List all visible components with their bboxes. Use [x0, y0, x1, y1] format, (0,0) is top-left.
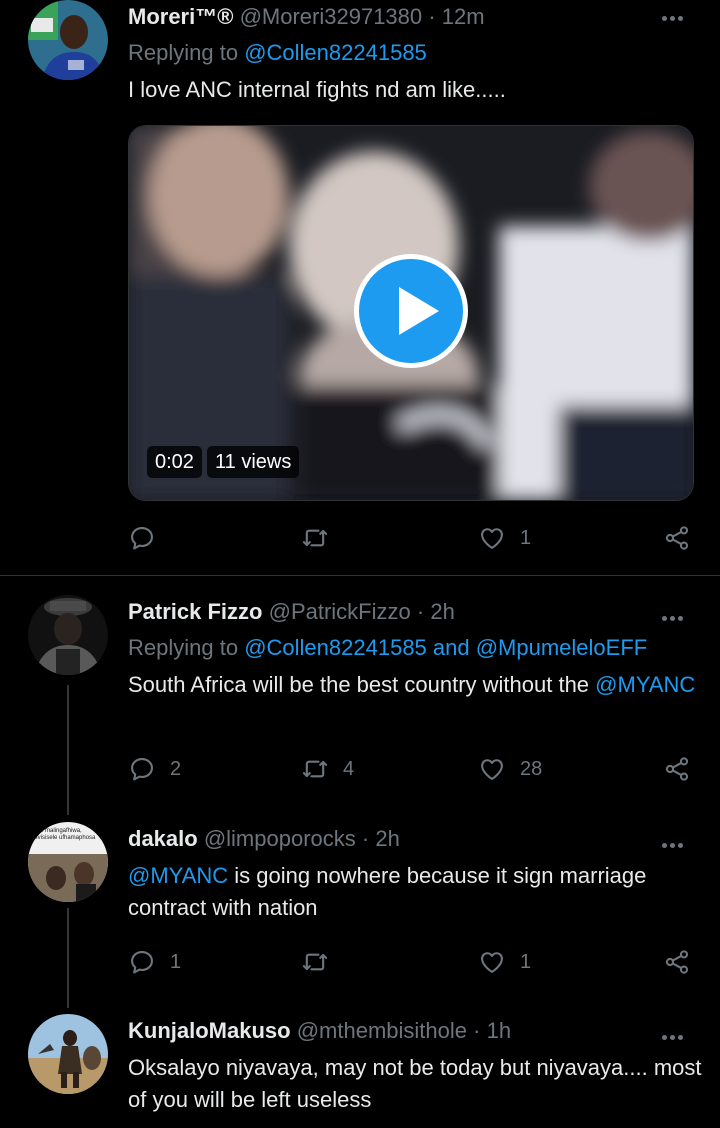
- video-player[interactable]: 0:02 11 views: [128, 125, 694, 501]
- like-button[interactable]: 1: [478, 520, 531, 556]
- timestamp[interactable]: 2h: [430, 599, 454, 624]
- tweet-text-plain: South Africa will be the best country wi…: [128, 672, 590, 697]
- retweet-count: 4: [343, 757, 355, 780]
- like-count: 1: [520, 526, 532, 549]
- reply-icon: [128, 948, 156, 976]
- tweet[interactable]: Ko malingafhiwa, Ivisisele ufhamaphosa d…: [0, 822, 720, 1007]
- tweet-actions: 1: [128, 520, 698, 556]
- share-icon: [663, 948, 691, 976]
- tweet[interactable]: Moreri™® @Moreri32971380 · 12m Replying …: [0, 0, 720, 575]
- retweet-button[interactable]: [301, 520, 343, 556]
- mention-link[interactable]: @Collen82241585: [244, 40, 427, 65]
- avatar[interactable]: [28, 0, 108, 80]
- like-count: 1: [520, 950, 532, 973]
- reply-button[interactable]: 1: [128, 944, 181, 980]
- tweet-text: I love ANC internal fights nd am like...…: [128, 77, 506, 102]
- user-handle[interactable]: @limpoporocks: [204, 826, 356, 851]
- timestamp[interactable]: 1h: [487, 1018, 511, 1043]
- retweet-button[interactable]: 4: [301, 751, 354, 787]
- tweet-header: dakalo @limpoporocks · 2h: [128, 826, 650, 852]
- replying-prefix: Replying to: [128, 40, 239, 65]
- divider: [0, 575, 720, 576]
- tweet-header: Moreri™® @Moreri32971380 · 12m: [128, 4, 650, 30]
- reply-button[interactable]: [128, 520, 170, 556]
- share-button[interactable]: [663, 751, 691, 787]
- separator-dot: ·: [428, 4, 436, 29]
- heart-icon: [478, 524, 506, 552]
- like-button[interactable]: 1: [478, 944, 531, 980]
- retweet-button[interactable]: [301, 944, 343, 980]
- replying-to: Replying to @Collen82241585: [128, 40, 427, 66]
- retweet-icon: [301, 755, 329, 783]
- display-name[interactable]: dakalo: [128, 826, 198, 851]
- tweet-header: Patrick Fizzo @PatrickFizzo · 2h: [128, 599, 650, 625]
- tweet-text: Oksalayo niyavaya, may not be today but …: [128, 1055, 702, 1112]
- separator-dot: ·: [473, 1018, 481, 1043]
- video-views: 11 views: [207, 446, 300, 478]
- reply-icon: [128, 755, 156, 783]
- timestamp[interactable]: 2h: [375, 826, 399, 851]
- retweet-icon: [301, 524, 329, 552]
- tweet-header: KunjaloMakuso @mthembisithole · 1h: [128, 1018, 650, 1044]
- more-icon[interactable]: [662, 835, 690, 848]
- user-handle[interactable]: @mthembisithole: [297, 1018, 467, 1043]
- more-icon[interactable]: [662, 608, 690, 621]
- user-handle[interactable]: @Moreri32971380: [240, 4, 423, 29]
- mention-link[interactable]: @Collen82241585 and @MpumeleloEFF: [244, 635, 647, 660]
- avatar[interactable]: Ko malingafhiwa, Ivisisele ufhamaphosa: [28, 822, 108, 902]
- like-count: 28: [520, 757, 543, 780]
- share-button[interactable]: [663, 944, 691, 980]
- replying-prefix: Replying to: [128, 635, 239, 660]
- reply-count: 1: [170, 950, 182, 973]
- tweet[interactable]: Patrick Fizzo @PatrickFizzo · 2h Replyin…: [0, 595, 720, 815]
- tweet-actions: 2 4 28: [128, 751, 698, 787]
- tweet-actions: 1 1: [128, 944, 698, 980]
- more-icon[interactable]: [662, 1027, 690, 1040]
- mention-link[interactable]: @MYANC: [128, 863, 228, 888]
- display-name[interactable]: Moreri™®: [128, 4, 233, 29]
- video-duration: 0:02: [147, 446, 202, 478]
- reply-button[interactable]: 2: [128, 751, 181, 787]
- user-handle[interactable]: @PatrickFizzo: [269, 599, 411, 624]
- share-button[interactable]: [663, 520, 691, 556]
- more-icon[interactable]: [662, 8, 690, 21]
- tweet-text: @MYANC is going nowhere because it sign …: [128, 860, 648, 924]
- share-icon: [663, 524, 691, 552]
- separator-dot: ·: [361, 826, 370, 851]
- avatar[interactable]: [28, 1014, 108, 1094]
- share-icon: [663, 755, 691, 783]
- heart-icon: [478, 755, 506, 783]
- avatar[interactable]: [28, 595, 108, 675]
- like-button[interactable]: 28: [478, 751, 542, 787]
- reply-count: 2: [170, 757, 182, 780]
- separator-dot: ·: [416, 599, 425, 624]
- retweet-icon: [301, 948, 329, 976]
- reply-icon: [128, 524, 156, 552]
- mention-link[interactable]: @MYANC: [595, 672, 695, 697]
- replying-to: Replying to @Collen82241585 and @Mpumele…: [128, 635, 647, 661]
- tweet-text: South Africa will be the best country wi…: [128, 669, 698, 701]
- display-name[interactable]: KunjaloMakuso: [128, 1018, 291, 1043]
- avatar-caption: Ko malingafhiwa, Ivisisele ufhamaphosa: [36, 828, 96, 841]
- timestamp[interactable]: 12m: [442, 4, 485, 29]
- tweet[interactable]: KunjaloMakuso @mthembisithole · 1h Oksal…: [0, 1014, 720, 1128]
- display-name[interactable]: Patrick Fizzo: [128, 599, 262, 624]
- heart-icon: [478, 948, 506, 976]
- play-icon[interactable]: [354, 254, 468, 368]
